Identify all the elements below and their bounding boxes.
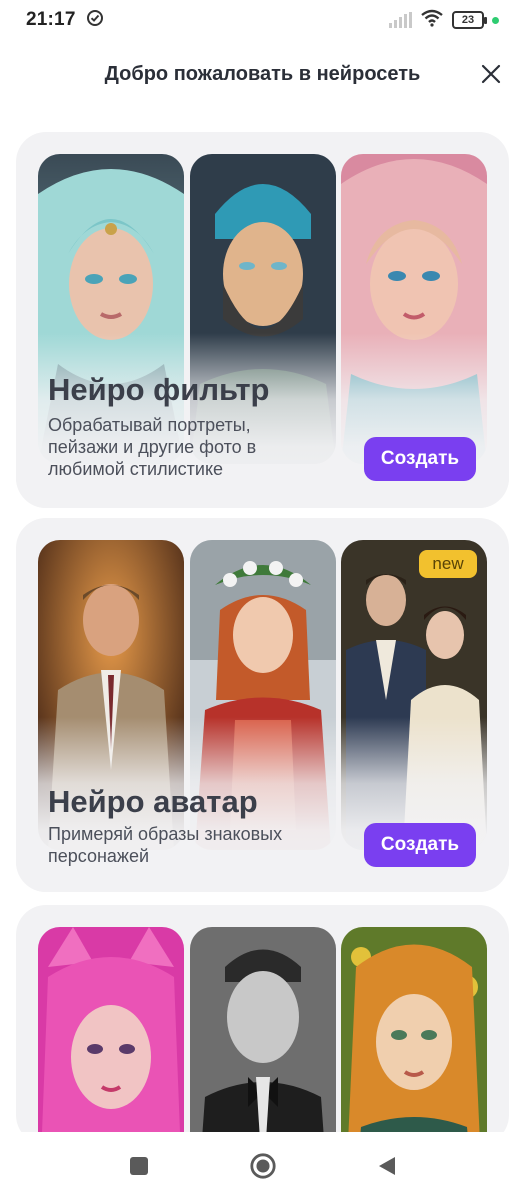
card-title: Нейро аватар (48, 784, 258, 819)
portrait-bw-man-bowtie (190, 927, 336, 1145)
status-time: 21:17 (26, 9, 76, 30)
portrait-pink-hair-cat-ears (38, 927, 184, 1145)
create-button[interactable]: Создать (364, 437, 476, 481)
card-description: Примеряй образы знаковых персонажей (48, 824, 283, 866)
status-bar: 21:17 23 (0, 0, 525, 40)
neuro-avatar-card[interactable]: new Нейро аватар Примеряй образы знаковы… (16, 518, 509, 892)
card-description: Обрабатывай портреты, пейзажи и другие ф… (48, 415, 257, 479)
header: Добро пожаловать в нейросеть (0, 52, 525, 96)
system-nav-bar (0, 1132, 525, 1200)
neuro-filter-card[interactable]: Нейро фильтр Обрабатывай портреты, пейза… (16, 132, 509, 508)
new-badge: new (419, 550, 477, 578)
card-title: Нейро фильтр (48, 372, 270, 407)
page-title: Добро пожаловать в нейросеть (104, 62, 421, 85)
portrait-ginger-girl-painting (341, 927, 487, 1145)
close-button[interactable] (477, 60, 505, 88)
back-icon (378, 1157, 395, 1175)
create-button[interactable]: Создать (364, 823, 476, 867)
status-left: 21:17 (26, 9, 104, 32)
portrait-victorian-couple: new (341, 540, 487, 850)
status-right: 23 (389, 9, 499, 32)
recent-apps-button[interactable] (125, 1152, 153, 1180)
back-button[interactable] (373, 1152, 401, 1180)
home-button[interactable] (249, 1152, 277, 1180)
home-icon (249, 1153, 276, 1179)
third-card[interactable] (16, 905, 509, 1145)
battery-icon: 23 (452, 11, 487, 29)
status-dot (492, 16, 499, 24)
wifi-icon (420, 9, 444, 32)
portrait-pink-hair-girl (341, 154, 487, 464)
check-circle-icon (86, 9, 104, 32)
signal-icon (389, 12, 412, 28)
recent-apps-icon (129, 1157, 148, 1175)
close-icon (481, 64, 501, 84)
